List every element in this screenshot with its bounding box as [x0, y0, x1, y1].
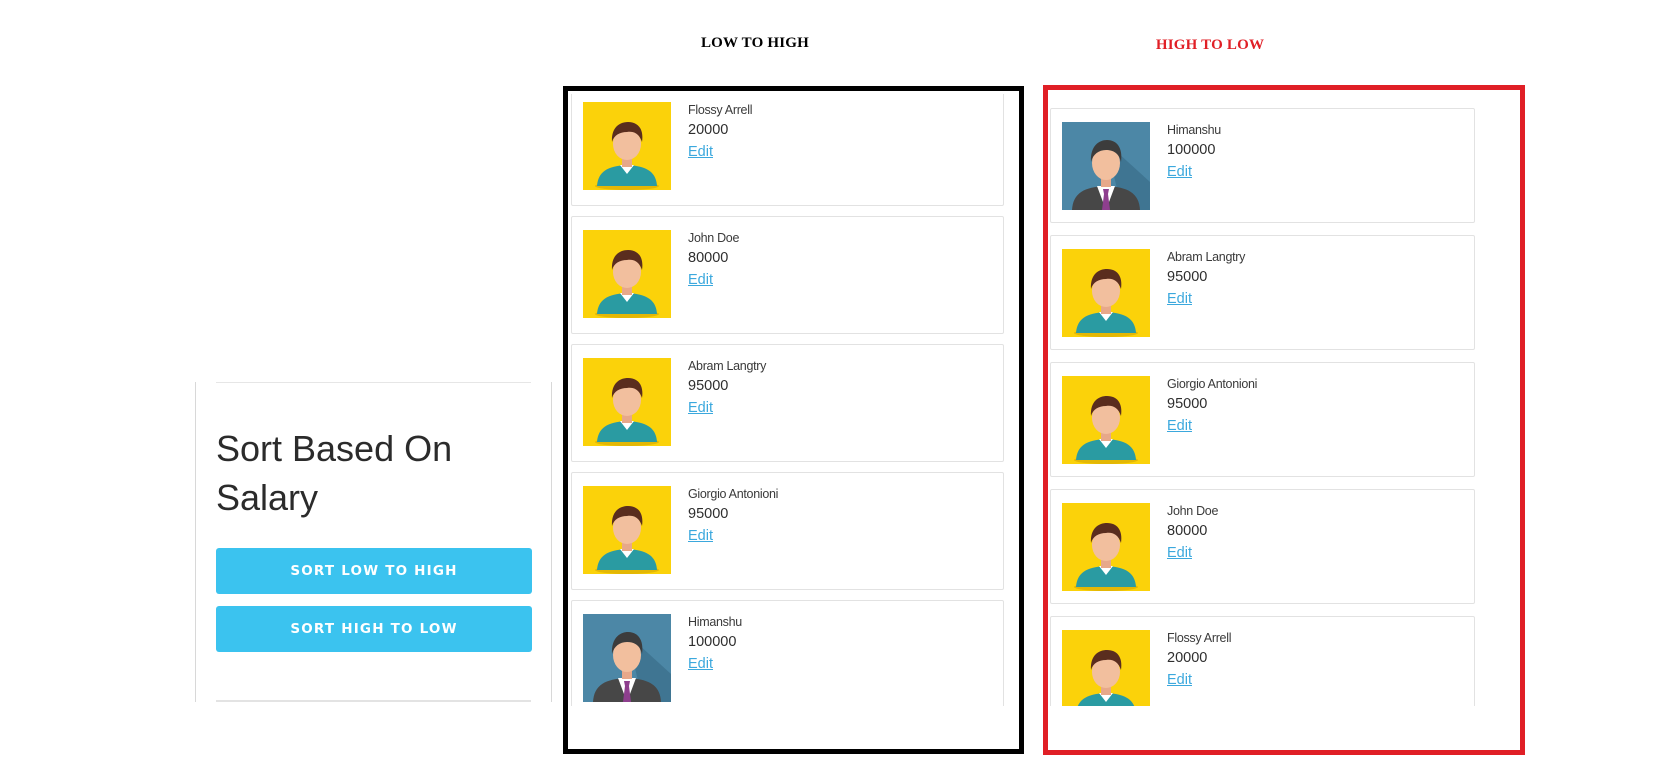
edit-link[interactable]: Edit — [1167, 164, 1192, 180]
employee-card: John Doe 80000 Edit — [571, 216, 1004, 334]
edit-link[interactable]: Edit — [688, 144, 713, 160]
employee-name: Flossy Arrell — [688, 103, 753, 117]
sort-high-to-low-button[interactable]: SORT HIGH TO LOW — [216, 606, 532, 652]
employee-salary: 100000 — [688, 634, 737, 650]
employee-name: John Doe — [1167, 504, 1219, 518]
casual-person-avatar-icon — [583, 230, 671, 318]
high-to-low-heading: HIGH TO LOW — [1155, 37, 1265, 53]
employee-card: Giorgio Antonioni 95000 Edit — [571, 472, 1004, 590]
edit-link[interactable]: Edit — [688, 272, 713, 288]
sort-low-to-high-button[interactable]: SORT LOW TO HIGH — [216, 548, 532, 594]
low-to-high-list[interactable]: Flossy Arrell 20000 Edit John Doe 80000 Edit A… — [571, 94, 1011, 706]
employee-salary: 95000 — [688, 378, 729, 394]
employee-name: Abram Langtry — [1167, 250, 1246, 264]
employee-card: Abram Langtry 95000 Edit — [1050, 235, 1475, 350]
edit-link[interactable]: Edit — [1167, 291, 1192, 307]
employee-card: Flossy Arrell 20000 Edit — [1050, 616, 1475, 706]
employee-card: Himanshu 100000 Edit — [1050, 108, 1475, 223]
businessman-avatar-icon — [1062, 122, 1150, 210]
employee-name: Giorgio Antonioni — [1167, 377, 1258, 391]
casual-person-avatar-icon — [1062, 503, 1150, 591]
low-to-high-heading: LOW TO HIGH — [700, 35, 810, 51]
employee-salary: 95000 — [688, 506, 729, 522]
edit-link[interactable]: Edit — [1167, 672, 1192, 688]
employee-salary: 80000 — [1167, 523, 1208, 539]
panel-title: Sort Based On Salary — [216, 428, 453, 518]
casual-person-avatar-icon — [1062, 630, 1150, 706]
high-to-low-list[interactable]: Himanshu 100000 Edit Abram Langtry 95000 Edit… — [1050, 106, 1482, 706]
edit-link[interactable]: Edit — [1167, 545, 1192, 561]
employee-name: Flossy Arrell — [1167, 631, 1232, 645]
edit-link[interactable]: Edit — [688, 400, 713, 416]
employee-name: Himanshu — [688, 615, 742, 629]
employee-salary: 20000 — [1167, 650, 1208, 666]
employee-card: Abram Langtry 95000 Edit — [571, 344, 1004, 462]
casual-person-avatar-icon — [1062, 249, 1150, 337]
businessman-avatar-icon — [583, 614, 671, 702]
employee-salary: 20000 — [688, 122, 729, 138]
employee-name: Himanshu — [1167, 123, 1221, 137]
employee-salary: 95000 — [1167, 269, 1208, 285]
panel-bottom-divider — [216, 700, 531, 702]
casual-person-avatar-icon — [583, 358, 671, 446]
casual-person-avatar-icon — [583, 486, 671, 574]
employee-card: Flossy Arrell 20000 Edit — [571, 94, 1004, 206]
edit-link[interactable]: Edit — [688, 528, 713, 544]
employee-salary: 95000 — [1167, 396, 1208, 412]
employee-salary: 100000 — [1167, 142, 1216, 158]
employee-name: Abram Langtry — [688, 359, 767, 373]
casual-person-avatar-icon — [583, 102, 671, 190]
employee-name: John Doe — [688, 231, 740, 245]
employee-card: Himanshu 100000 Edit — [571, 600, 1004, 706]
panel-top-divider — [216, 382, 531, 383]
employee-card: John Doe 80000 Edit — [1050, 489, 1475, 604]
employee-name: Giorgio Antonioni — [688, 487, 779, 501]
employee-card: Giorgio Antonioni 95000 Edit — [1050, 362, 1475, 477]
edit-link[interactable]: Edit — [688, 656, 713, 672]
edit-link[interactable]: Edit — [1167, 418, 1192, 434]
sort-panel: Sort Based On Salary SORT LOW TO HIGH SO… — [195, 382, 552, 702]
casual-person-avatar-icon — [1062, 376, 1150, 464]
employee-salary: 80000 — [688, 250, 729, 266]
